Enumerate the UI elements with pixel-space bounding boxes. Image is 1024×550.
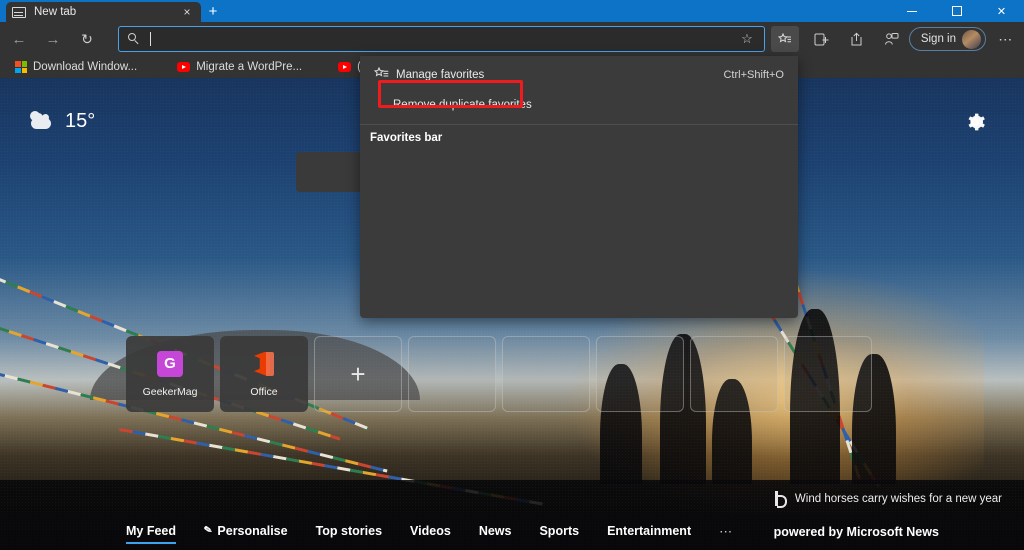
title-bar: New tab × + ✕ <box>0 0 1024 22</box>
favorites-bar-section-header: Favorites bar <box>360 125 798 151</box>
close-tab-icon[interactable]: × <box>179 4 195 20</box>
news-tab-entertainment[interactable]: Entertainment <box>607 524 691 541</box>
weather-widget[interactable]: 15° <box>28 110 95 133</box>
favorite-item-migrate-wordpress[interactable]: Migrate a WordPre... <box>170 58 309 77</box>
menu-item-label: Remove duplicate favorites <box>393 99 532 111</box>
news-tab-label: Personalise <box>217 523 288 538</box>
news-more-button[interactable]: ⋯ <box>719 524 734 540</box>
news-tab-label: My Feed <box>126 523 177 538</box>
browser-toolbar: ← → ↻ ☆ Sign in ⋯ <box>0 22 1024 56</box>
tile-geekermag[interactable]: G GeekerMag <box>126 336 214 412</box>
favorite-label: Download Window... <box>33 61 138 73</box>
search-icon <box>127 32 141 46</box>
tile-empty[interactable] <box>784 336 872 412</box>
weather-temperature: 15° <box>65 110 96 132</box>
caption-text: Wind horses carry wishes for a new year <box>794 492 1002 505</box>
refresh-button[interactable]: ↻ <box>72 25 102 53</box>
news-tab-label: News <box>478 523 512 538</box>
shortcut-tiles: G GeekerMag Office + <box>126 336 872 412</box>
microsoft-logo-icon <box>15 61 27 73</box>
tile-add-shortcut[interactable]: + <box>314 336 402 412</box>
news-tab-label: Videos <box>410 523 451 538</box>
news-tab-top-stories[interactable]: Top stories <box>316 524 382 541</box>
tile-empty[interactable] <box>408 336 496 412</box>
tile-empty[interactable] <box>502 336 590 412</box>
partly-cloudy-icon <box>28 110 54 133</box>
favorites-dropdown-menu: Manage favorites Ctrl+Shift+O Remove dup… <box>360 56 798 318</box>
office-icon <box>251 351 277 377</box>
address-bar[interactable]: ☆ <box>118 26 765 52</box>
section-title: Favorites bar <box>370 132 443 144</box>
news-tab-news[interactable]: News <box>479 524 512 541</box>
text-cursor <box>150 32 151 46</box>
bing-icon <box>774 491 787 508</box>
profile-feedback-button[interactable] <box>877 26 905 52</box>
collections-icon <box>814 33 828 45</box>
edge-browser-window: New tab × + ✕ ← → ↻ ☆ Sign in ⋯ Download… <box>0 0 1024 550</box>
tab-title: New tab <box>34 6 77 18</box>
favorite-item-download-windows[interactable]: Download Window... <box>8 58 144 77</box>
restore-icon <box>951 6 962 16</box>
sign-in-button[interactable]: Sign in <box>908 27 986 51</box>
share-button[interactable] <box>842 26 870 52</box>
forward-button[interactable]: → <box>38 25 68 53</box>
news-tab-videos[interactable]: Videos <box>410 524 451 541</box>
gear-icon <box>968 113 985 131</box>
tile-office[interactable]: Office <box>220 336 308 412</box>
menu-item-shortcut: Ctrl+Shift+O <box>723 69 784 81</box>
powered-by-label: powered by Microsoft News <box>773 525 939 539</box>
window-controls: ✕ <box>889 0 1024 22</box>
geekermag-icon: G <box>157 350 183 377</box>
avatar <box>962 29 981 49</box>
settings-and-more-button[interactable]: ⋯ <box>992 26 1020 52</box>
menu-item-label: Manage favorites <box>396 69 485 81</box>
news-tab-personalise[interactable]: ✎ Personalise <box>203 523 288 541</box>
new-tab-page-icon <box>12 5 26 19</box>
news-tab-label: Entertainment <box>607 523 692 538</box>
favorites-button[interactable] <box>771 26 799 52</box>
pencil-icon: ✎ <box>203 524 214 537</box>
tile-label: Office <box>250 385 278 398</box>
youtube-icon <box>338 62 352 72</box>
tile-empty[interactable] <box>596 336 684 412</box>
plus-icon: + <box>350 359 366 389</box>
menu-item-manage-favorites[interactable]: Manage favorites Ctrl+Shift+O <box>360 62 798 88</box>
favorite-label: Migrate a WordPre... <box>196 61 303 73</box>
image-caption[interactable]: Wind horses carry wishes for a new year <box>774 491 1002 508</box>
back-button[interactable]: ← <box>4 25 34 53</box>
address-input[interactable] <box>153 32 738 46</box>
star-with-lines-icon <box>778 32 792 46</box>
star-outline-icon[interactable]: ☆ <box>738 30 756 48</box>
menu-item-remove-duplicate-favorites[interactable]: Remove duplicate favorites <box>360 92 798 118</box>
close-window-button[interactable]: ✕ <box>979 0 1024 22</box>
news-tab-label: Top stories <box>315 523 383 538</box>
browser-tab[interactable]: New tab × <box>6 2 201 22</box>
news-tab-my-feed[interactable]: My Feed <box>126 523 177 544</box>
tile-empty[interactable] <box>690 336 778 412</box>
manage-favorites-icon <box>373 66 391 83</box>
share-icon <box>851 32 861 45</box>
minimize-button[interactable] <box>889 0 934 22</box>
news-tab-label: Sports <box>539 523 580 538</box>
profile-feedback-icon <box>884 32 898 45</box>
news-navigation-bar: My Feed ✎ Personalise Top stories Videos… <box>0 514 1024 550</box>
news-tab-sports[interactable]: Sports <box>539 524 579 541</box>
page-settings-button[interactable] <box>964 111 986 133</box>
collections-button[interactable] <box>807 26 835 52</box>
new-tab-button[interactable]: + <box>202 3 224 21</box>
restore-button[interactable] <box>934 0 979 22</box>
sign-in-label: Sign in <box>920 33 956 45</box>
youtube-icon <box>177 62 191 72</box>
tile-label: GeekerMag <box>142 385 198 398</box>
